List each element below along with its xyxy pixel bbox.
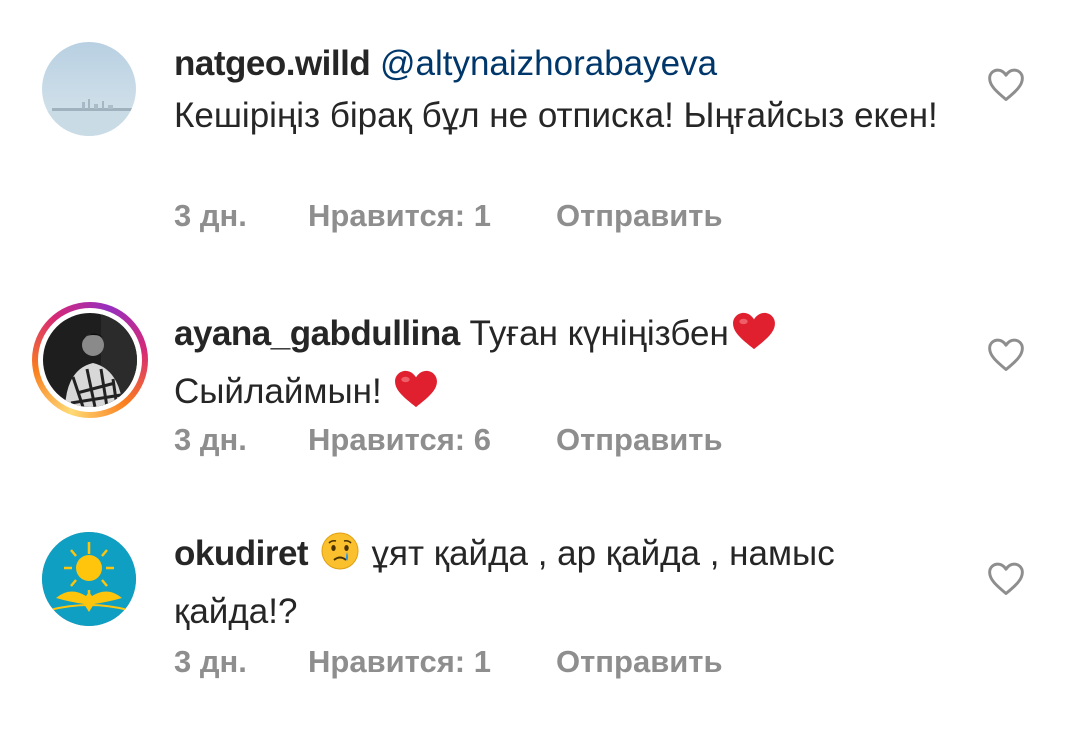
comment-username-1[interactable]: natgeo.willd xyxy=(174,44,371,83)
comment-mention-1[interactable]: @altynaizhorabayeva xyxy=(380,44,717,83)
comment-time-2: 3 дн. xyxy=(174,422,247,457)
avatar-ayana xyxy=(43,313,137,407)
comment-time-3: 3 дн. xyxy=(174,644,247,679)
comment-text-3: okudiret ұят қайда , ар қайда , намыс қа… xyxy=(174,528,954,638)
story-ring[interactable] xyxy=(32,302,148,418)
comment-likes-2[interactable]: Нравится: 6 xyxy=(308,422,556,458)
comment-likes-1[interactable]: Нравится: 1 xyxy=(308,198,556,234)
comment-reply-3[interactable]: Отправить xyxy=(556,644,723,680)
avatar-okudiret[interactable] xyxy=(42,532,136,626)
avatar-natgeo[interactable] xyxy=(42,42,136,136)
red-heart-emoji xyxy=(393,369,439,424)
comment-body-2a: Туған күніңізбен xyxy=(469,314,729,353)
comment-meta-1: 3 дн. Нравится: 1 Отправить xyxy=(174,198,723,234)
crying-face-emoji xyxy=(320,531,360,586)
comment-body-1: Кешіріңіз бірақ бұл не отписка! Ыңғайсыз… xyxy=(174,96,938,135)
comment-likes-3[interactable]: Нравится: 1 xyxy=(308,644,556,680)
comment-text-1: natgeo.willd @altynaizhorabayeva Кешірің… xyxy=(174,38,954,142)
comment-meta-2: 3 дн. Нравится: 6 Отправить xyxy=(174,422,723,458)
comment-reply-1[interactable]: Отправить xyxy=(556,198,723,234)
comment-username-2[interactable]: ayana_gabdullina xyxy=(174,314,460,353)
comment-meta-3: 3 дн. Нравится: 1 Отправить xyxy=(174,644,723,680)
comment-time-1: 3 дн. xyxy=(174,198,247,233)
comment-body-2b: Сыйлаймын! xyxy=(174,372,382,411)
red-heart-emoji xyxy=(731,311,777,366)
comment-item-1: natgeo.willd @altynaizhorabayeva Кешірің… xyxy=(0,0,1080,260)
heart-outline-icon[interactable] xyxy=(986,336,1026,372)
comment-username-3[interactable]: okudiret xyxy=(174,534,309,573)
comment-item-3: okudiret ұят қайда , ар қайда , намыс қа… xyxy=(0,490,1080,730)
comment-reply-2[interactable]: Отправить xyxy=(556,422,723,458)
comment-item-2: ayana_gabdullina Туған күніңізбен Сыйлай… xyxy=(0,260,1080,490)
comment-text-2: ayana_gabdullina Туған күніңізбен Сыйлай… xyxy=(174,308,954,424)
heart-outline-icon[interactable] xyxy=(986,66,1026,102)
heart-outline-icon[interactable] xyxy=(986,560,1026,596)
